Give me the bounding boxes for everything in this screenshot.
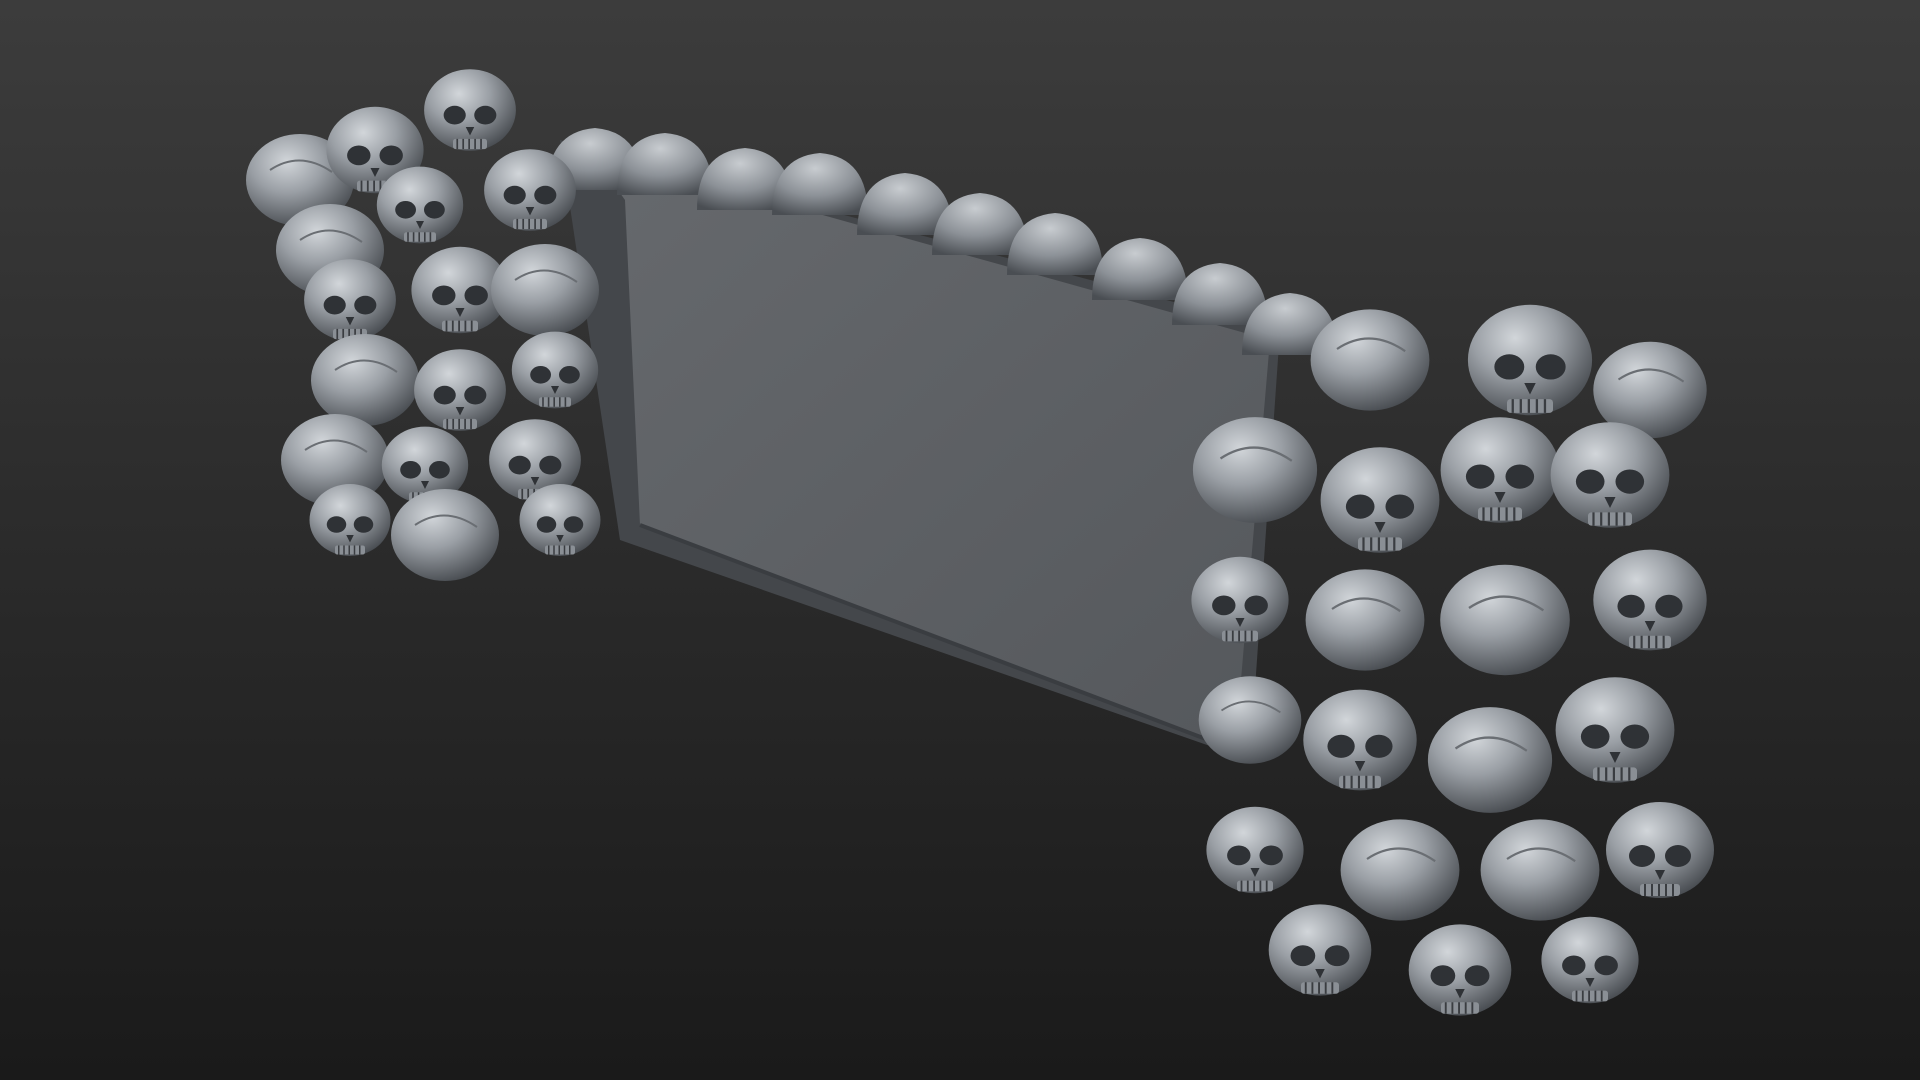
sculpt-render [0,0,1920,1080]
render-viewport [0,0,1920,1080]
